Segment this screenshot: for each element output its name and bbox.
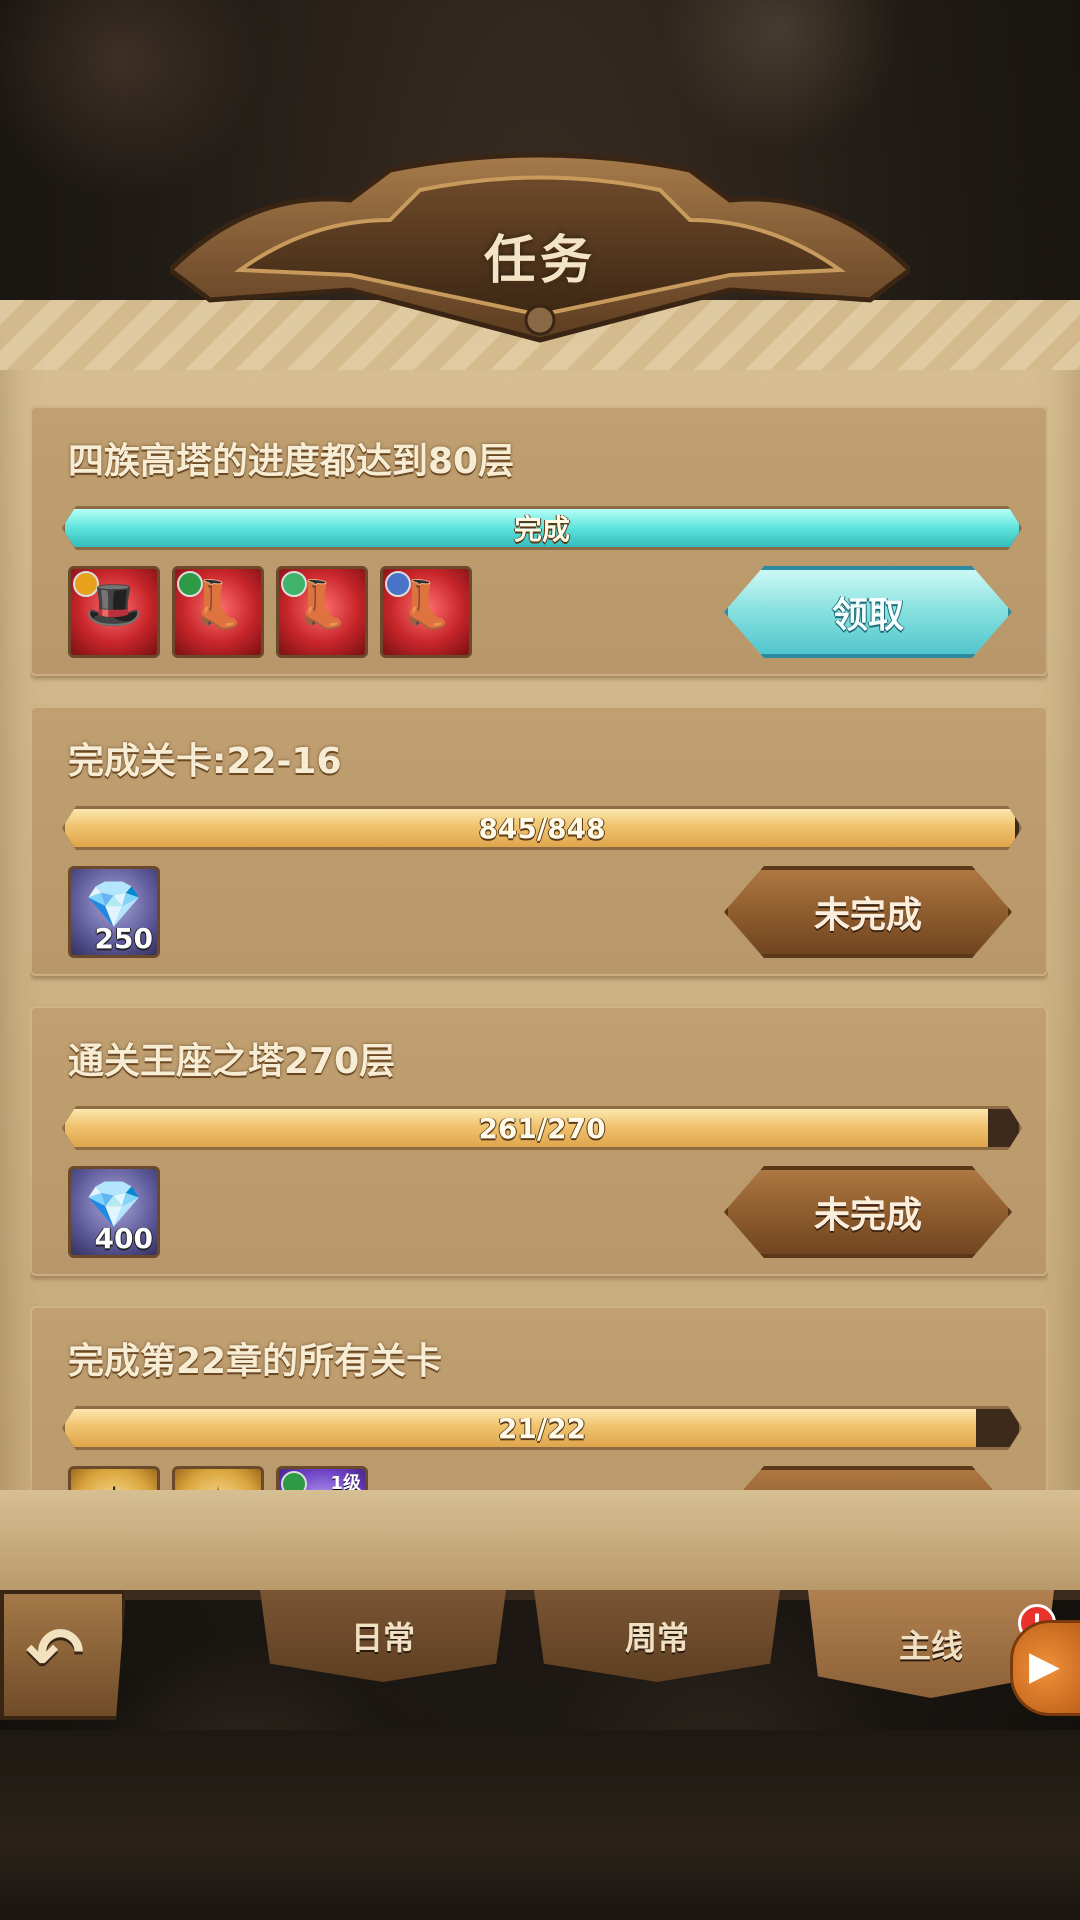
reward-gold-medal-icon[interactable]: ☀	[68, 1466, 160, 1490]
reward-hero-hat-icon[interactable]: 🎩	[68, 566, 160, 658]
reward-hero-card-icon[interactable]: 1级	[276, 1466, 368, 1490]
boots-icon: 👢	[293, 577, 351, 631]
progress-track: 21/22	[62, 1406, 1022, 1450]
claim-button[interactable]: 领取	[724, 566, 1012, 658]
quest-list[interactable]: 四族高塔的进度都达到80层 完成 🎩 👢 👢 👢 领取 完成关卡:22-16 8…	[30, 400, 1048, 1490]
title-banner: 任务	[170, 150, 910, 350]
progress-label: 845/848	[478, 811, 606, 845]
quest-card: 四族高塔的进度都达到80层 完成 🎩 👢 👢 👢 领取	[30, 406, 1048, 676]
quest-title: 完成第22章的所有关卡	[68, 1341, 443, 1382]
reward-level: 1级	[330, 1473, 361, 1490]
progress-label: 完成	[513, 513, 570, 546]
boots-icon: 👢	[189, 577, 247, 631]
reward-boots-icon[interactable]: 👢	[380, 566, 472, 658]
scroll-icon: ✦	[175, 1477, 261, 1490]
quest-title: 四族高塔的进度都达到80层	[68, 441, 515, 482]
reward-diamond-icon[interactable]: 💎 400	[68, 1166, 160, 1258]
quest-progress-bar: 261/270	[52, 1102, 1026, 1148]
progress-track: 845/848	[62, 806, 1022, 850]
quest-progress-bar: 21/22	[52, 1402, 1026, 1448]
incomplete-button[interactable]: 未完成	[724, 1166, 1012, 1258]
video-record-button[interactable]: ▶	[1010, 1620, 1080, 1716]
progress-label: 261/270	[478, 1111, 606, 1145]
back-button[interactable]: ↶	[0, 1590, 126, 1720]
tab-daily[interactable]: 日常	[260, 1590, 506, 1682]
reward-quantity: 400	[94, 1222, 153, 1255]
progress-track: 261/270	[62, 1106, 1022, 1150]
bottom-background-strip	[0, 1730, 1080, 1920]
boots-icon: 👢	[397, 577, 455, 631]
rarity-badge-icon	[281, 1471, 307, 1490]
quest-progress-bar: 完成	[52, 502, 1026, 548]
panel-bottom-edge	[0, 1490, 1080, 1600]
tab-bar: ↶ 日常 周常 主线 !	[0, 1590, 1080, 1730]
tab-weekly[interactable]: 周常	[534, 1590, 780, 1682]
incomplete-button[interactable]: 未完成	[724, 866, 1012, 958]
medal-icon: ☀	[71, 1477, 157, 1490]
progress-label: 21/22	[497, 1411, 587, 1445]
incomplete-button[interactable]	[724, 1466, 1012, 1490]
page-title: 任务	[483, 231, 596, 291]
reward-quantity: 250	[94, 922, 153, 955]
quest-card: 完成关卡:22-16 845/848 💎 250 未完成	[30, 706, 1048, 976]
back-arrow-icon: ↶	[25, 1612, 85, 1694]
quest-title: 通关王座之塔270层	[68, 1041, 396, 1082]
reward-boots-icon[interactable]: 👢	[172, 566, 264, 658]
quest-title: 完成关卡:22-16	[68, 741, 342, 782]
hat-icon: 🎩	[85, 577, 143, 631]
quest-card: 通关王座之塔270层 261/270 💎 400 未完成	[30, 1006, 1048, 1276]
quest-progress-bar: 845/848	[52, 802, 1026, 848]
progress-track: 完成	[62, 506, 1022, 550]
camera-icon: ▶	[1029, 1643, 1060, 1689]
quest-card: 完成第22章的所有关卡 21/22 ☀ ✦ 1级	[30, 1306, 1048, 1490]
reward-boots-icon[interactable]: 👢	[276, 566, 368, 658]
reward-scroll-icon[interactable]: ✦	[172, 1466, 264, 1490]
reward-diamond-icon[interactable]: 💎 250	[68, 866, 160, 958]
